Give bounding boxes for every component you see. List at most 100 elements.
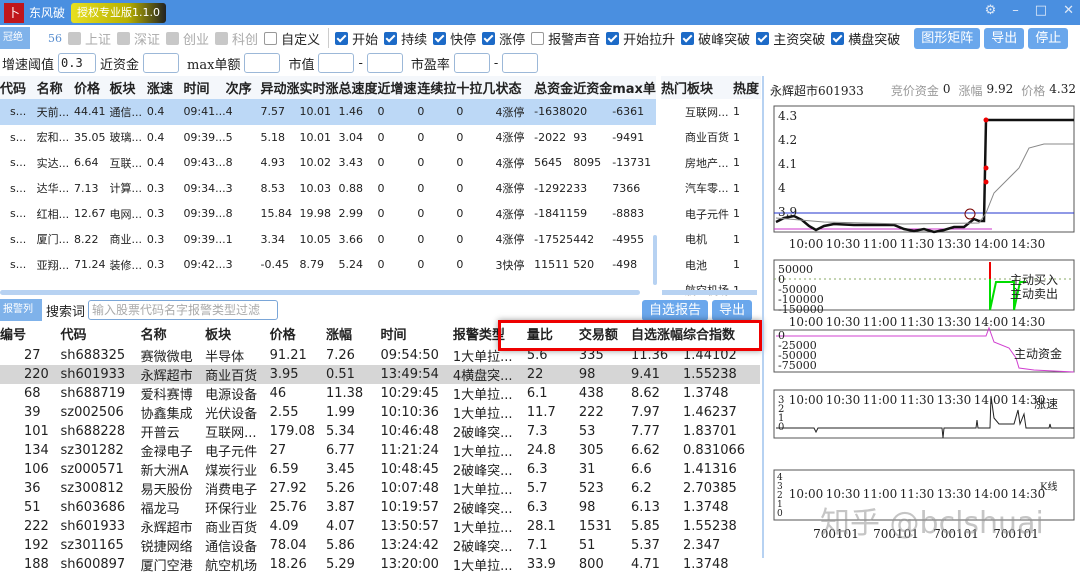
alert-row[interactable]: 134 sz301282 金禄电子 电子元件 27 6.77 11:21:24 1大单拉...… (0, 441, 760, 460)
column-header[interactable]: 时间 (381, 321, 453, 346)
column-header[interactable]: 总速度 (338, 76, 378, 99)
stop-button[interactable]: 停止 (1028, 27, 1069, 49)
table-row[interactable]: s... 达华... 7.13 计算... 0.3 09:34... 3 8.53 10.03 0… (0, 176, 656, 202)
graph-matrix-button[interactable]: 图形矩阵 (914, 27, 981, 49)
alert-row[interactable]: 51 sh603686 福龙马 环保行业 25.76 3.87 10:19:57 2破峰突..… (0, 498, 760, 517)
column-header[interactable]: 次序 (225, 76, 261, 99)
column-header[interactable]: 价格 (270, 321, 326, 346)
column-header[interactable]: 代码 (0, 76, 37, 99)
speed-threshold-input[interactable]: 0.3 (58, 53, 97, 73)
hot-sectors-scrollbar[interactable] (662, 290, 757, 295)
column-header[interactable]: 涨速 (146, 76, 184, 99)
tab-alert-list[interactable]: 报警列表 (0, 299, 42, 321)
close-button[interactable]: ✕ (1063, 3, 1074, 18)
hot-sector-row[interactable]: 汽车零... 1 (661, 176, 761, 202)
checkbox-type-6[interactable]: 破峰突破 (681, 29, 750, 48)
hot-sector-row[interactable]: 电子元件 1 (661, 201, 761, 227)
column-header[interactable]: 热门板块 (661, 76, 733, 99)
alert-row[interactable]: 106 sz000571 新大洲A 煤炭行业 6.59 3.45 10:48:45 2破峰突.… (0, 460, 760, 479)
alert-export-button[interactable]: 导出 (711, 299, 752, 321)
column-header[interactable]: 总资金 (534, 76, 574, 99)
checkbox-icon[interactable] (68, 31, 81, 45)
checkbox-icon[interactable] (606, 31, 620, 45)
column-header[interactable]: 时间 (183, 76, 226, 99)
column-header[interactable]: 实时涨 (299, 76, 339, 99)
table-horizontal-scrollbar[interactable] (0, 290, 640, 295)
hot-sector-row[interactable]: 房地产... 1 (661, 150, 761, 176)
column-header[interactable]: 涨幅 (326, 321, 381, 346)
table-row[interactable]: s... 红相... 12.67 电网... 0.3 09:39... 8 15.84 19.9… (0, 201, 656, 227)
checkbox-icon[interactable] (264, 31, 278, 45)
checkbox-icon[interactable] (117, 31, 131, 45)
checkbox-type-2[interactable]: 快停 (433, 29, 476, 48)
tab-leaderboard[interactable]: 冠绝榜 (0, 27, 30, 49)
checkbox-icon[interactable] (433, 31, 447, 45)
max-amount-input[interactable] (244, 53, 281, 73)
search-input[interactable]: 输入股票代码名字报警类型过滤 (88, 300, 279, 320)
alert-row[interactable]: 68 sh688719 爱科赛博 电源设备 46 11.38 10:29:45 1大单拉...… (0, 384, 760, 403)
alert-row[interactable]: 39 sz002506 协鑫集成 光伏设备 2.55 1.99 10:10:36 1大单拉..… (0, 403, 760, 422)
checkbox-icon[interactable] (531, 31, 545, 45)
checkbox-type-0[interactable]: 开始 (335, 29, 378, 48)
checkbox-market-4[interactable]: 自定义 (264, 29, 320, 48)
checkbox-icon[interactable] (215, 31, 229, 45)
checkbox-market-2[interactable]: 创业 (166, 29, 209, 48)
alert-row[interactable]: 101 sh688228 开普云 互联网... 179.08 5.34 10:46:48 2破… (0, 422, 760, 441)
checkbox-type-8[interactable]: 横盘突破 (831, 29, 900, 48)
column-header[interactable]: 价格 (74, 76, 110, 99)
recent-funds-input[interactable] (143, 53, 180, 73)
column-header[interactable]: 板块 (205, 321, 269, 346)
checkbox-icon[interactable] (166, 31, 180, 45)
checkbox-market-1[interactable]: 深证 (117, 29, 160, 48)
checkbox-icon[interactable] (831, 31, 845, 45)
checkbox-icon[interactable] (756, 31, 770, 45)
table-vertical-scrollbar[interactable] (653, 235, 657, 285)
column-header[interactable]: 状态 (495, 76, 535, 99)
table-row[interactable]: s... 天前... 44.41 通信... 0.4 09:41... 4 7.57 10.01… (0, 99, 656, 125)
alert-row[interactable]: 192 sz301165 锐捷网络 通信设备 78.04 5.86 13:24:42 2破峰突… (0, 536, 760, 555)
table-row[interactable]: s... 宏和... 35.05 玻璃... 0.4 09:39... 5 5.18 10.01… (0, 125, 656, 151)
export-button[interactable]: 导出 (984, 27, 1025, 49)
checkbox-type-4[interactable]: 报警声音 (531, 29, 600, 48)
column-header[interactable]: 连续拉 (417, 76, 457, 99)
checkbox-icon[interactable] (335, 31, 349, 45)
column-header[interactable]: max单 (612, 76, 656, 99)
pe-min-input[interactable] (453, 53, 490, 73)
table-row[interactable]: s... 实达... 6.64 互联... 0.4 09:43... 8 4.93 10.02 3… (0, 150, 656, 176)
checkbox-icon[interactable] (384, 31, 398, 45)
column-header[interactable]: 近增速 (377, 76, 418, 99)
settings-icon[interactable]: ⚙ (985, 3, 997, 18)
watchlist-report-button[interactable]: 自选报告 (641, 299, 708, 321)
checkbox-market-0[interactable]: 上证 (68, 29, 111, 48)
table-row[interactable]: s... 亚翔... 71.24 装修... 0.3 09:42... 3 -0.45 8.79… (0, 252, 656, 278)
checkbox-type-1[interactable]: 持续 (384, 29, 427, 48)
hot-sector-row[interactable]: 商业百货 1 (661, 125, 761, 151)
alert-row[interactable]: 222 sh601933 永辉超市 商业百货 4.09 4.07 13:50:57 1大单拉.… (0, 517, 760, 536)
market-cap-min-input[interactable] (318, 53, 355, 73)
minimize-button[interactable]: – (1012, 3, 1019, 18)
column-header[interactable]: 名称 (36, 76, 74, 99)
column-header[interactable]: 近资金 (573, 76, 613, 99)
hot-sector-row[interactable]: 电池 1 (661, 252, 761, 278)
pe-max-input[interactable] (502, 53, 539, 73)
maximize-button[interactable]: □ (1035, 3, 1047, 18)
column-header[interactable]: 十拉几 (456, 76, 496, 99)
column-header[interactable]: 异动涨 (260, 76, 300, 99)
hot-sector-row[interactable]: 电机 1 (661, 227, 761, 253)
checkbox-icon[interactable] (681, 31, 695, 45)
table-row[interactable]: s... 厦门... 8.22 商业... 0.3 09:39... 1 3.34 10.05 3… (0, 227, 656, 253)
column-header[interactable]: 编号 (0, 321, 61, 346)
hot-sector-row[interactable]: 互联网... 1 (661, 99, 761, 125)
column-header[interactable]: 板块 (109, 76, 147, 99)
alert-row[interactable]: 36 sz300812 易天股份 消费电子 27.92 5.26 10:07:48 1大单拉.… (0, 479, 760, 498)
checkbox-type-5[interactable]: 开始拉升 (606, 29, 675, 48)
checkbox-market-3[interactable]: 科创 (215, 29, 258, 48)
market-cap-max-input[interactable] (366, 53, 403, 73)
checkbox-type-7[interactable]: 主资突破 (756, 29, 825, 48)
column-header[interactable]: 代码 (61, 321, 141, 346)
alert-row[interactable]: 220 sh601933 永辉超市 商业百货 3.95 0.51 13:49:54 4横盘突.… (0, 365, 760, 384)
checkbox-type-3[interactable]: 涨停 (482, 29, 525, 48)
column-header[interactable]: 名称 (141, 321, 205, 346)
column-header[interactable]: 热度 (733, 76, 761, 99)
checkbox-icon[interactable] (482, 31, 496, 45)
